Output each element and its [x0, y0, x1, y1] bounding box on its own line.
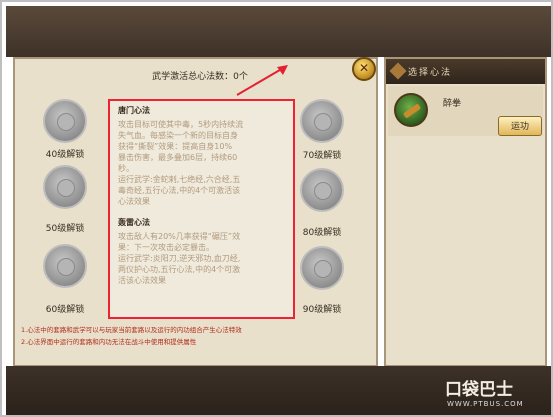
slot-50-label: 50级解锁	[45, 224, 85, 234]
desc-line: 攻击目标可使其中毒，5秒内持续流	[118, 120, 244, 129]
watermark-brand: 口袋巴士	[445, 380, 513, 400]
lock-icon	[57, 179, 75, 197]
close-icon: ✕	[358, 61, 370, 75]
slot-40[interactable]	[43, 99, 87, 143]
lock-icon	[314, 113, 332, 131]
lock-icon	[57, 258, 75, 276]
slot-40-label: 40级解锁	[45, 150, 85, 160]
desc-line: 两仪护心功,五行心法,中的4个可激	[118, 265, 241, 274]
footnote: 1.心法中的套路和武学可以与玩家当前套路以及运行的内功组合产生心法特效	[21, 326, 242, 334]
skill-row[interactable]: 醉拳 运功	[388, 86, 543, 136]
slot-50[interactable]	[43, 165, 87, 209]
slot-80-label: 80级解锁	[302, 228, 342, 238]
lock-icon	[314, 260, 332, 278]
slot-70[interactable]	[300, 99, 344, 143]
method-description-box: 唐门心法 攻击目标可使其中毒，5秒内持续流 失气血。每感染一个新的目标自身 获得…	[108, 99, 295, 319]
select-header: 选择心法	[386, 59, 545, 84]
slot-80[interactable]	[300, 168, 344, 212]
slot-70-label: 70级解锁	[302, 151, 342, 161]
diamond-icon	[389, 62, 407, 80]
desc-line: 获得“撕裂”效果：提高自身10%	[118, 142, 233, 151]
desc-line: 心法效果	[118, 197, 150, 206]
desc-line: 运行武学:炎阳刀,逆天邪功,血刀经,	[118, 254, 241, 263]
activate-button[interactable]: 运功	[498, 116, 542, 136]
slot-90-label: 90级解锁	[302, 305, 342, 315]
mind-method-panel: 武学激活总心法数：0个 40级解锁 50级解锁 60级解锁 70级解锁 80级解…	[13, 57, 378, 367]
watermark-url: WWW.PTBUS.COM	[447, 400, 524, 408]
footnotes: 1.心法中的套路和武学可以与玩家当前套路以及运行的内功组合产生心法特效 2.心法…	[21, 324, 376, 348]
method-title-honglei: 轰雷心法	[118, 218, 150, 227]
desc-line: 运行武学:金蛇剌,七绝经,六合经,五	[118, 175, 241, 184]
screenshot-frame: 武学激活总心法数：0个 40级解锁 50级解锁 60级解锁 70级解锁 80级解…	[0, 0, 553, 417]
method-title-tangmen: 唐门心法	[118, 106, 150, 115]
desc-line: 失气血。每感染一个新的目标自身	[118, 131, 238, 140]
drunken-fist-icon	[394, 93, 428, 127]
desc-line: 暴击伤害，最多叠加6层，持续60	[118, 153, 238, 162]
close-button[interactable]: ✕	[352, 57, 376, 81]
select-header-title: 选择心法	[408, 68, 453, 78]
slot-90[interactable]	[300, 246, 344, 290]
desc-line: 活该心法效果	[118, 276, 166, 285]
desc-line: 攻击敌人有20%几率获得“碾压”效	[118, 232, 241, 241]
desc-line: 毒奇经,五行心法,中的4个可激活该	[118, 186, 241, 195]
annotation-arrow	[236, 65, 288, 96]
lock-icon	[57, 113, 75, 131]
desc-line: 果：下一次攻击必定暴击。	[118, 243, 214, 252]
skill-name: 醉拳	[443, 99, 462, 109]
top-banner	[6, 6, 551, 57]
slot-60-label: 60级解锁	[45, 305, 85, 315]
lock-icon	[314, 182, 332, 200]
method-select-panel: 选择心法 醉拳 运功	[384, 57, 547, 367]
footnote: 2.心法界面中运行的套路和内功无法在战斗中使用和提供属性	[21, 338, 197, 346]
slot-60[interactable]	[43, 244, 87, 288]
desc-line: 秒。	[118, 164, 134, 173]
